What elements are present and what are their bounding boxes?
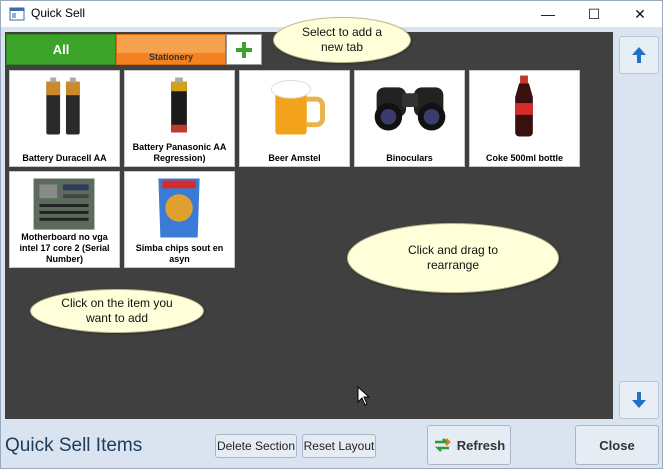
callout-text: Click and drag to rearrange — [407, 243, 499, 272]
item-label: Battery Panasonic AA Regression) — [132, 142, 227, 163]
page-title: Quick Sell Items — [5, 435, 143, 456]
motherboard-image — [33, 178, 95, 230]
arrow-up-icon — [632, 47, 646, 63]
scroll-down-button[interactable] — [619, 381, 659, 419]
plus-icon — [236, 41, 252, 58]
maximize-button[interactable]: ☐ — [571, 1, 617, 27]
item-tile[interactable]: Coke 500ml bottle — [469, 70, 580, 167]
callout-drag: Click and drag to rearrange — [347, 223, 559, 293]
maximize-icon: ☐ — [587, 5, 601, 22]
item-label: Simba chips sout en asyn — [135, 243, 224, 264]
item-label: Motherboard no vga intel 17 core 2 (Seri… — [19, 232, 110, 264]
app-icon — [9, 7, 25, 21]
minimize-button[interactable]: — — [525, 1, 571, 27]
callout-add-tab: Select to add a new tab — [273, 17, 411, 63]
beer-mug-image — [270, 79, 325, 135]
reset-layout-button[interactable]: Reset Layout — [302, 434, 376, 458]
add-tab-button[interactable] — [226, 34, 262, 65]
coke-bottle-image — [515, 75, 533, 137]
arrow-down-icon — [632, 392, 646, 408]
minimize-icon: — — [541, 6, 555, 22]
tab-highlight — [117, 35, 225, 53]
binoculars-image — [374, 87, 446, 131]
item-tile[interactable]: Battery Duracell AA — [9, 70, 120, 167]
callout-text: Select to add a new tab — [301, 25, 383, 54]
item-tile[interactable]: Motherboard no vga intel 17 core 2 (Seri… — [9, 171, 120, 268]
tab-label: All — [52, 42, 70, 57]
item-label: Beer Amstel — [268, 153, 321, 163]
refresh-icon — [434, 438, 451, 452]
item-label: Binoculars — [386, 153, 433, 163]
tab-label: Stationery — [148, 52, 193, 62]
close-icon: ✕ — [634, 5, 646, 22]
callout-text: Click on the item you want to add — [61, 296, 173, 325]
window-title: Quick Sell — [31, 6, 86, 20]
callout-click-item: Click on the item you want to add — [30, 289, 204, 333]
battery-panasonic-image — [171, 77, 187, 133]
refresh-label: Refresh — [456, 437, 506, 453]
item-tile[interactable]: Binoculars — [354, 70, 465, 167]
mouse-cursor-icon — [357, 386, 371, 406]
item-tile[interactable]: Battery Panasonic AA Regression) — [124, 70, 235, 167]
item-label: Battery Duracell AA — [22, 153, 107, 163]
chips-bag-image — [158, 178, 200, 238]
close-button[interactable]: Close — [575, 425, 659, 465]
quick-sell-window: Quick Sell — ☐ ✕ All Stationery Battery … — [0, 0, 663, 469]
refresh-button[interactable]: Refresh — [427, 425, 511, 465]
item-tile[interactable]: Beer Amstel — [239, 70, 350, 167]
battery-duracell-image — [46, 77, 80, 135]
tab-all[interactable]: All — [6, 34, 116, 65]
scroll-up-button[interactable] — [619, 36, 659, 74]
tab-stationery[interactable]: Stationery — [116, 34, 226, 65]
item-tile[interactable]: Simba chips sout en asyn — [124, 171, 235, 268]
close-window-button[interactable]: ✕ — [617, 1, 663, 27]
delete-section-button[interactable]: Delete Section — [215, 434, 297, 458]
items-panel: All Stationery Battery Duracell AA Batte… — [5, 32, 613, 419]
item-label: Coke 500ml bottle — [485, 153, 564, 163]
